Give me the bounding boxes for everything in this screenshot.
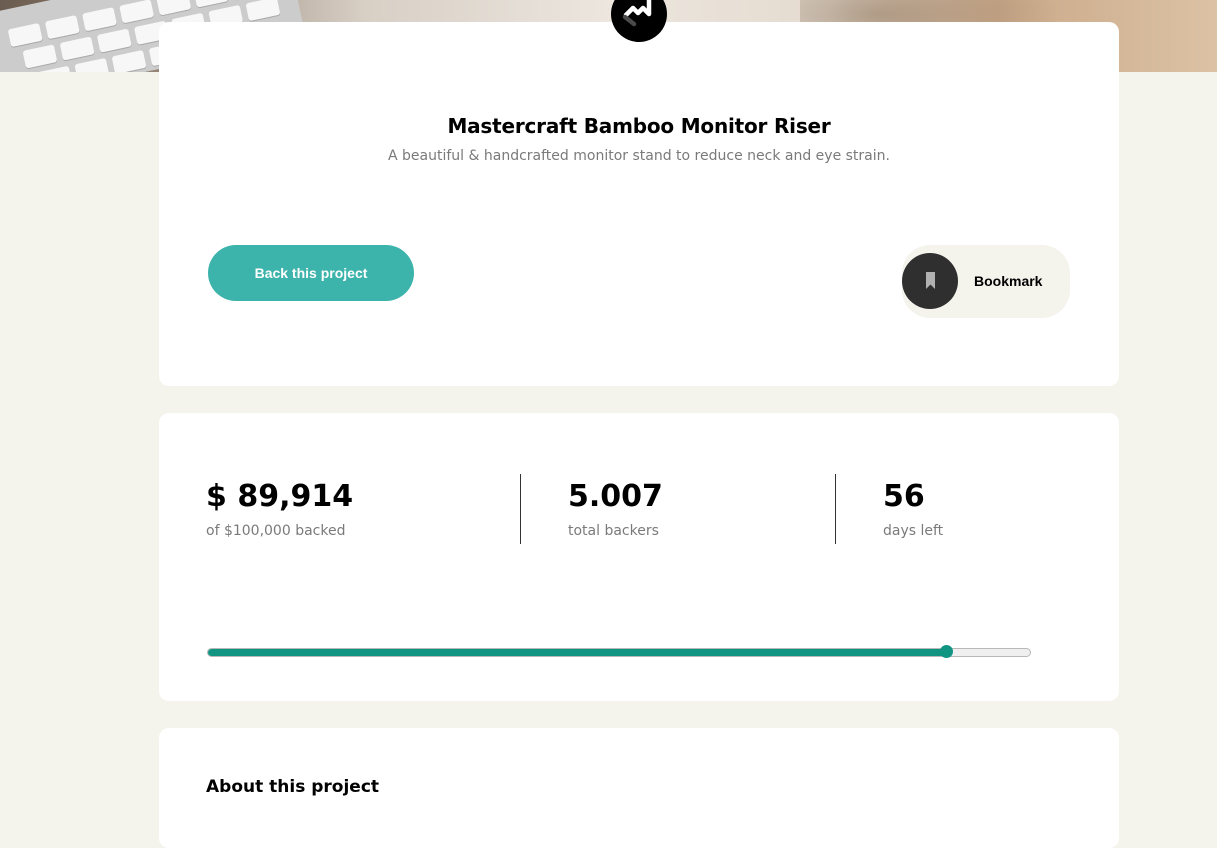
about-title: About this project bbox=[206, 777, 380, 797]
backers-label: total backers bbox=[568, 523, 659, 539]
bookmark-label: Bookmark bbox=[974, 273, 1043, 289]
funding-progress-fill bbox=[208, 649, 948, 656]
project-stats-card: $ 89,914 of $100,000 backed 5.007 total … bbox=[159, 413, 1119, 701]
back-this-project-button[interactable]: Back this project bbox=[208, 245, 414, 301]
stat-days: 56 days left bbox=[883, 474, 943, 542]
project-description: A beautiful & handcrafted monitor stand … bbox=[388, 148, 890, 164]
days-left-count: 56 bbox=[883, 479, 925, 514]
stat-divider bbox=[520, 474, 521, 544]
backers-count: 5.007 bbox=[568, 479, 663, 514]
days-left-label: days left bbox=[883, 523, 944, 539]
stat-backers: 5.007 total backers bbox=[568, 474, 663, 542]
funding-progress-thumb[interactable] bbox=[940, 645, 954, 658]
about-project-card: About this project bbox=[159, 728, 1119, 848]
project-intro-card: Mastercraft Bamboo Monitor Riser A beaut… bbox=[159, 22, 1119, 386]
bookmark-button[interactable]: Bookmark bbox=[902, 245, 1070, 318]
stat-backed: $ 89,914 of $100,000 backed bbox=[206, 474, 353, 542]
bookmark-icon bbox=[902, 253, 958, 309]
backed-amount: $ 89,914 bbox=[206, 479, 354, 514]
funding-progress-bar bbox=[207, 645, 1031, 658]
stat-divider bbox=[835, 474, 836, 544]
mastercraft-logo-icon bbox=[611, 0, 667, 42]
backed-label: of $100,000 backed bbox=[206, 523, 346, 539]
project-title: Mastercraft Bamboo Monitor Riser bbox=[447, 114, 831, 138]
